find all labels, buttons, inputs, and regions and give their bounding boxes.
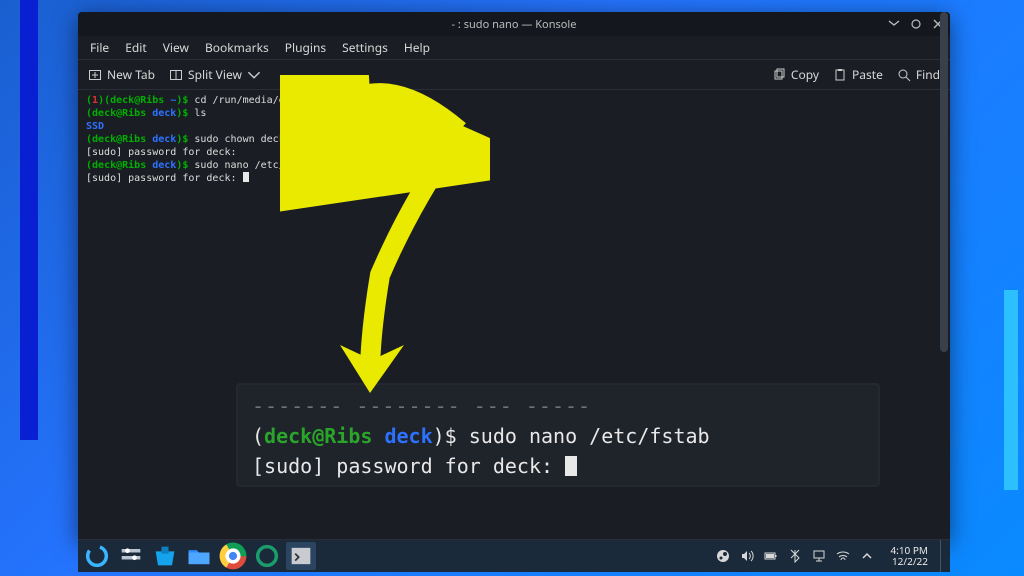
chevron-down-icon [247, 68, 261, 82]
menu-help[interactable]: Help [404, 39, 430, 56]
zoom-inset: ------- -------- --- ----- (deck@Ribs de… [238, 385, 878, 485]
battery-icon[interactable] [764, 549, 778, 563]
menubar: File Edit View Bookmarks Plugins Setting… [78, 36, 950, 60]
maximize-icon[interactable] [910, 18, 922, 30]
scrollbar[interactable] [940, 12, 948, 542]
bluetooth-icon[interactable] [788, 549, 802, 563]
volume-icon[interactable] [740, 549, 754, 563]
menu-plugins[interactable]: Plugins [285, 39, 326, 56]
system-tray [710, 549, 880, 563]
show-desktop-button[interactable] [940, 540, 946, 572]
chrome-icon[interactable] [218, 542, 248, 570]
window-title: - : sudo nano — Konsole [452, 17, 577, 32]
copy-button[interactable]: Copy [772, 66, 819, 83]
cursor-icon [565, 456, 577, 476]
konsole-taskbar-icon[interactable] [286, 542, 316, 570]
split-view-label: Split View [188, 66, 242, 83]
menu-settings[interactable]: Settings [342, 39, 388, 56]
copy-icon [772, 68, 786, 82]
wifi-icon[interactable] [836, 549, 850, 563]
new-tab-label: New Tab [107, 66, 155, 83]
scrollbar-thumb[interactable] [940, 12, 948, 352]
store-icon[interactable] [150, 542, 180, 570]
find-label: Find [916, 66, 940, 83]
paste-label: Paste [852, 66, 883, 83]
find-button[interactable]: Find [897, 66, 940, 83]
chevron-up-icon[interactable] [860, 549, 874, 563]
menu-file[interactable]: File [90, 39, 109, 56]
network-icon[interactable] [812, 549, 826, 563]
menu-edit[interactable]: Edit [125, 39, 146, 56]
minimize-icon[interactable] [888, 18, 900, 30]
copy-label: Copy [791, 66, 819, 83]
new-tab-button[interactable]: New Tab [88, 66, 155, 83]
search-icon [897, 68, 911, 82]
split-view-button[interactable]: Split View [169, 66, 261, 83]
clock-date: 12/2/22 [890, 556, 928, 567]
paste-icon [833, 68, 847, 82]
zoom-garble: ------- -------- --- ----- [252, 394, 591, 418]
app-icon[interactable] [252, 542, 282, 570]
file-manager-icon[interactable] [184, 542, 214, 570]
toolbar: New Tab Split View Copy Paste Find [78, 60, 950, 90]
split-view-icon [169, 68, 183, 82]
clock[interactable]: 4:10 PM 12/2/22 [884, 545, 934, 567]
menu-bookmarks[interactable]: Bookmarks [205, 39, 269, 56]
start-button[interactable] [82, 542, 112, 570]
decorative-bar-right [1004, 290, 1018, 490]
new-tab-icon [88, 68, 102, 82]
decorative-bar-left [20, 0, 38, 440]
settings-taskbar-icon[interactable] [116, 542, 146, 570]
steam-tray-icon[interactable] [716, 549, 730, 563]
paste-button[interactable]: Paste [833, 66, 883, 83]
titlebar[interactable]: - : sudo nano — Konsole [78, 12, 950, 36]
taskbar: 4:10 PM 12/2/22 [78, 540, 950, 572]
menu-view[interactable]: View [163, 39, 189, 56]
